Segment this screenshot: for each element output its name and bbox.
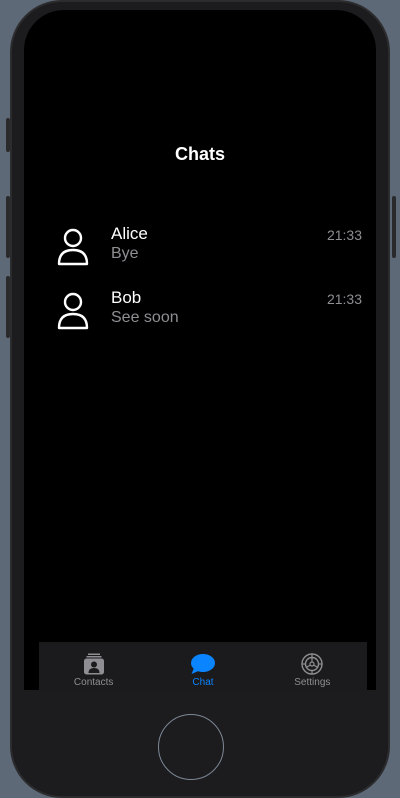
power-button — [392, 196, 396, 258]
chat-time: 21:33 — [326, 291, 362, 307]
chat-name: Alice — [111, 224, 148, 243]
tab-label: Chat — [192, 677, 214, 688]
chat-last-message: Bye — [111, 245, 139, 262]
person-icon — [57, 292, 89, 330]
tab-chat[interactable]: Chat — [148, 642, 257, 692]
chat-row-alice[interactable]: Alice Bye 21:33 — [24, 220, 376, 284]
chat-last-message: See soon — [111, 309, 179, 326]
gear-icon — [298, 652, 326, 676]
chat-bubble-icon — [189, 652, 217, 676]
volume-up-button — [6, 196, 10, 258]
contacts-icon — [80, 652, 108, 676]
app-screen: Chats Alice Bye 21:33 Bob See soon 21:33 — [24, 10, 376, 690]
chat-name: Bob — [111, 288, 142, 307]
tab-contacts[interactable]: Contacts — [39, 642, 148, 692]
chat-list: Alice Bye 21:33 Bob See soon 21:33 — [24, 220, 376, 348]
page-title: Chats — [174, 144, 225, 164]
tab-settings[interactable]: Settings — [258, 642, 367, 692]
chat-row-bob[interactable]: Bob See soon 21:33 — [24, 284, 376, 348]
home-button[interactable] — [158, 714, 224, 780]
tab-bar: Contacts Chat Settings — [39, 642, 367, 692]
person-icon — [57, 228, 89, 266]
mute-switch — [6, 118, 10, 152]
chat-time: 21:33 — [326, 227, 362, 243]
tab-label: Contacts — [73, 677, 114, 688]
tab-label: Settings — [294, 677, 331, 688]
volume-down-button — [6, 276, 10, 338]
